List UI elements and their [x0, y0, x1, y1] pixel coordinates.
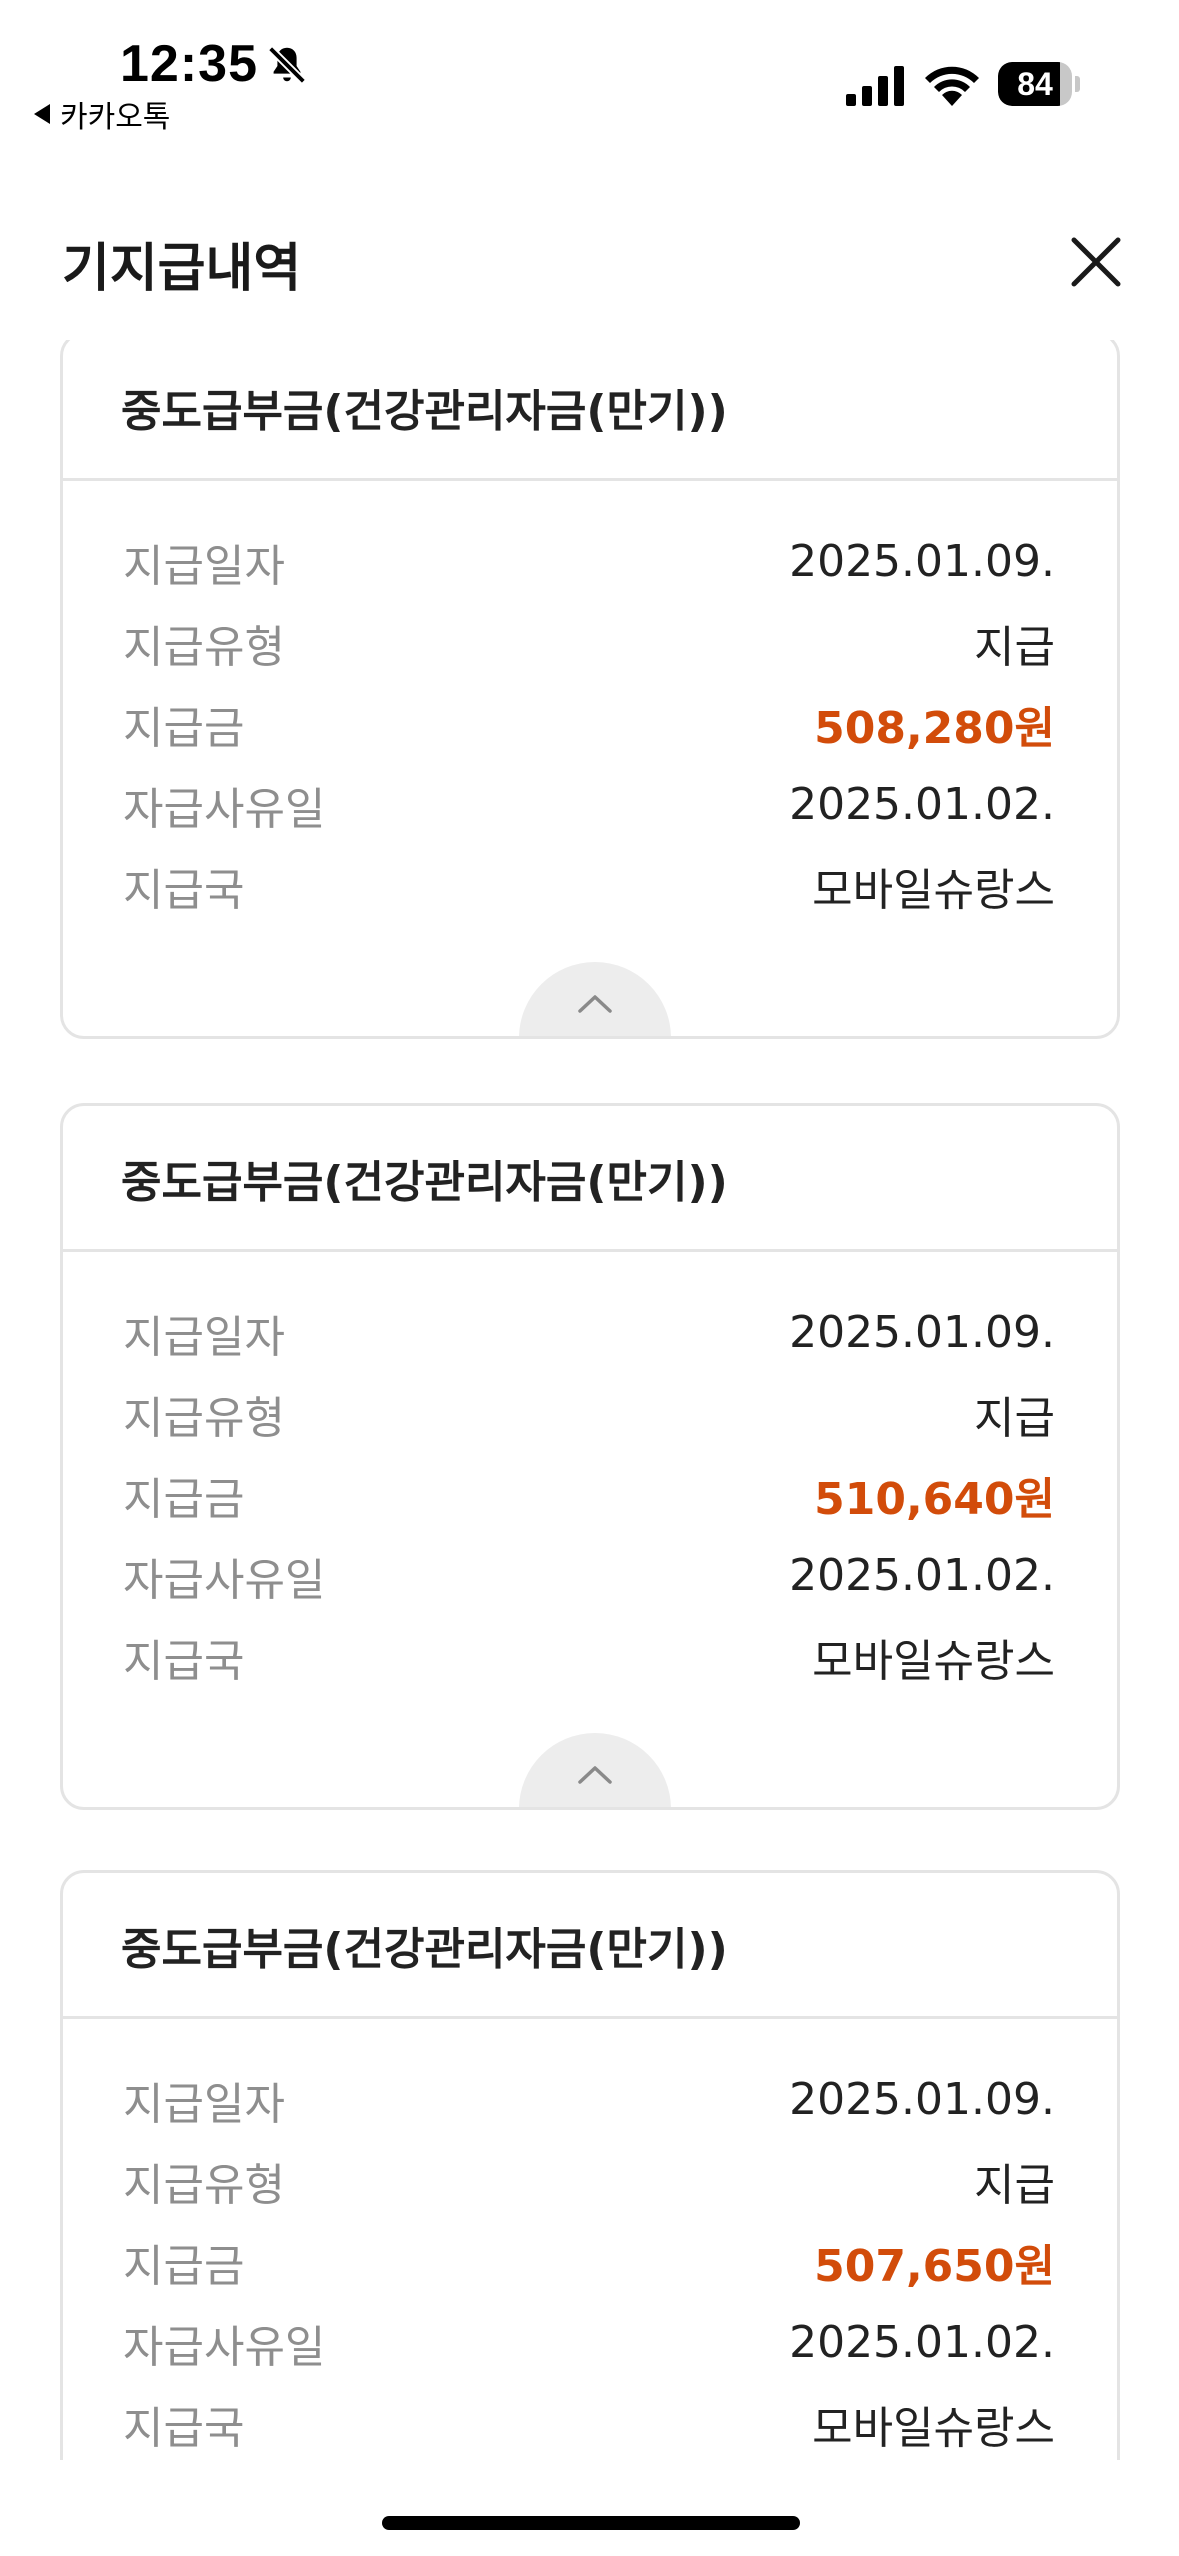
page-title: 기지급내역	[62, 239, 302, 299]
row-value: 2025.01.02.	[789, 1550, 1055, 1601]
amount-value: 510,640원	[814, 1473, 1055, 1525]
chevron-up-icon	[578, 1766, 612, 1784]
row-value: 지급	[974, 621, 1055, 673]
row-payment-date: 지급일자 2025.01.09.	[123, 1292, 1055, 1373]
signal-icon	[846, 66, 904, 106]
row-value: 모바일슈랑스	[812, 1635, 1055, 1687]
row-reason-date: 자급사유일 2025.01.02.	[123, 764, 1055, 845]
back-app-label: 카카오톡	[60, 100, 171, 135]
back-triangle-icon	[34, 104, 50, 124]
row-value: 2025.01.02.	[789, 2317, 1055, 2368]
row-label: 자급사유일	[123, 2321, 326, 2373]
row-value: 2025.01.09.	[789, 2074, 1055, 2125]
row-payment-amount: 지급금 508,280원	[123, 683, 1055, 764]
status-time: 12:35	[120, 35, 258, 93]
row-value: 지급	[974, 1392, 1055, 1444]
row-label: 지급국	[123, 1635, 245, 1687]
amount-value: 508,280원	[814, 702, 1055, 754]
row-label: 지급일자	[123, 1311, 285, 1363]
row-payment-date: 지급일자 2025.01.09.	[123, 521, 1055, 602]
row-payment-office: 지급국 모바일슈랑스	[123, 1616, 1055, 1697]
row-label: 지급유형	[123, 1392, 285, 1444]
row-value: 지급	[974, 2159, 1055, 2211]
row-payment-office: 지급국 모바일슈랑스	[123, 2383, 1055, 2460]
bell-slash-icon	[267, 45, 307, 85]
row-payment-date: 지급일자 2025.01.09.	[123, 2059, 1055, 2140]
card-title: 중도급부금(건강관리자금(만기))	[121, 1923, 728, 1975]
row-payment-amount: 지급금 510,640원	[123, 1454, 1055, 1535]
payment-history-list[interactable]: 중도급부금(건강관리자금(만기)) 지급일자 2025.01.09. 지급유형 …	[60, 340, 1120, 2460]
card-header: 중도급부금(건강관리자금(만기))	[63, 340, 1117, 481]
row-payment-type: 지급유형 지급	[123, 1373, 1055, 1454]
row-label: 지급금	[123, 2240, 245, 2292]
row-label: 자급사유일	[123, 1554, 326, 1606]
row-payment-office: 지급국 모바일슈랑스	[123, 845, 1055, 926]
row-label: 자급사유일	[123, 783, 326, 835]
row-payment-type: 지급유형 지급	[123, 2140, 1055, 2221]
close-icon[interactable]	[1066, 232, 1126, 292]
wifi-icon	[925, 66, 979, 106]
payment-card: 중도급부금(건강관리자금(만기)) 지급일자 2025.01.09. 지급유형 …	[60, 1103, 1120, 1810]
row-reason-date: 자급사유일 2025.01.02.	[123, 1535, 1055, 1616]
row-value: 모바일슈랑스	[812, 864, 1055, 916]
row-value: 모바일슈랑스	[812, 2402, 1055, 2454]
row-label: 지급금	[123, 1473, 245, 1525]
chevron-up-icon	[578, 995, 612, 1013]
payment-card: 중도급부금(건강관리자금(만기)) 지급일자 2025.01.09. 지급유형 …	[60, 1870, 1120, 2460]
card-title: 중도급부금(건강관리자금(만기))	[121, 385, 728, 437]
row-value: 2025.01.09.	[789, 1307, 1055, 1358]
row-label: 지급유형	[123, 621, 285, 673]
row-payment-amount: 지급금 507,650원	[123, 2221, 1055, 2302]
payment-card: 중도급부금(건강관리자금(만기)) 지급일자 2025.01.09. 지급유형 …	[60, 340, 1120, 1039]
row-label: 지급국	[123, 2402, 245, 2454]
card-title: 중도급부금(건강관리자금(만기))	[121, 1156, 728, 1208]
collapse-toggle-button[interactable]	[519, 1733, 671, 1807]
row-payment-type: 지급유형 지급	[123, 602, 1055, 683]
battery-percentage: 84	[1017, 66, 1053, 102]
row-reason-date: 자급사유일 2025.01.02.	[123, 2302, 1055, 2383]
back-to-app-link[interactable]: 카카오톡	[34, 92, 170, 136]
row-label: 지급유형	[123, 2159, 285, 2211]
page: 12:35 카카오톡 84 기지급내역 중도급부금(건강관리자금(만기)) 지급…	[0, 0, 1179, 2556]
card-header: 중도급부금(건강관리자금(만기))	[63, 1106, 1117, 1252]
row-label: 지급금	[123, 702, 245, 754]
row-label: 지급일자	[123, 540, 285, 592]
collapse-toggle-button[interactable]	[519, 962, 671, 1036]
card-header: 중도급부금(건강관리자금(만기))	[63, 1873, 1117, 2019]
row-value: 2025.01.02.	[789, 779, 1055, 830]
home-indicator[interactable]	[382, 2516, 800, 2530]
row-label: 지급일자	[123, 2078, 285, 2130]
battery-icon: 84	[998, 62, 1080, 106]
row-label: 지급국	[123, 864, 245, 916]
amount-value: 507,650원	[814, 2240, 1055, 2292]
row-value: 2025.01.09.	[789, 536, 1055, 587]
